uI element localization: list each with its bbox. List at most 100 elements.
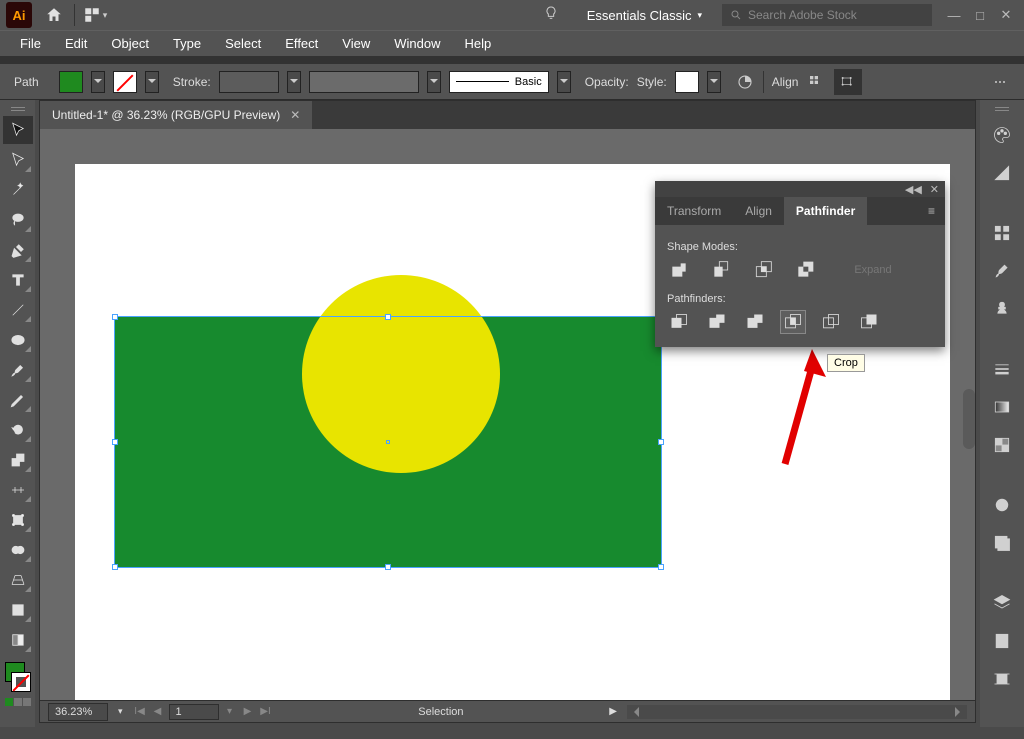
- artboard-dropdown-icon[interactable]: ▾: [223, 705, 237, 719]
- close-button[interactable]: ✕: [994, 6, 1018, 24]
- zoom-level[interactable]: 36.23%: [48, 703, 108, 721]
- next-artboard-icon[interactable]: ▶: [241, 705, 255, 719]
- menu-edit[interactable]: Edit: [55, 33, 97, 54]
- minus-front-button[interactable]: [709, 259, 733, 281]
- color-mode-icons[interactable]: [3, 698, 33, 706]
- close-tab-icon[interactable]: ✕: [290, 108, 300, 122]
- arrange-documents-button[interactable]: ▾: [81, 1, 109, 29]
- panel-menu-icon[interactable]: ≡: [918, 204, 945, 218]
- magic-wand-tool[interactable]: [3, 176, 33, 204]
- rotate-tool[interactable]: [3, 416, 33, 444]
- symbols-panel-icon[interactable]: [984, 292, 1020, 326]
- divide-button[interactable]: [667, 311, 691, 333]
- zoom-dropdown-icon[interactable]: ▾: [118, 706, 123, 717]
- menu-object[interactable]: Object: [101, 33, 159, 54]
- toolbar-collapse-icon[interactable]: [3, 104, 33, 114]
- unite-button[interactable]: [667, 259, 691, 281]
- exclude-button[interactable]: [793, 259, 817, 281]
- document-tab[interactable]: Untitled-1* @ 36.23% (RGB/GPU Preview) ✕: [40, 101, 312, 129]
- color-panel-icon[interactable]: [984, 118, 1020, 152]
- ellipse-tool[interactable]: [3, 326, 33, 354]
- tab-transform[interactable]: Transform: [655, 197, 733, 225]
- intersect-button[interactable]: [751, 259, 775, 281]
- selection-tool[interactable]: [3, 116, 33, 144]
- transform-panel-button[interactable]: [834, 69, 862, 95]
- discover-icon[interactable]: [543, 5, 559, 25]
- menu-file[interactable]: File: [10, 33, 51, 54]
- line-tool[interactable]: [3, 296, 33, 324]
- menu-select[interactable]: Select: [215, 33, 271, 54]
- last-artboard-icon[interactable]: ▶I: [259, 705, 273, 719]
- appearance-panel-icon[interactable]: [984, 488, 1020, 522]
- panel-close-icon[interactable]: ✕: [930, 183, 939, 196]
- menu-view[interactable]: View: [332, 33, 380, 54]
- stroke-panel-icon[interactable]: [984, 352, 1020, 386]
- artboards-panel-icon[interactable]: [984, 662, 1020, 696]
- prev-artboard-icon[interactable]: ◀: [151, 705, 165, 719]
- perspective-grid-tool[interactable]: [3, 566, 33, 594]
- scale-tool[interactable]: [3, 446, 33, 474]
- stock-search-input[interactable]: Search Adobe Stock: [722, 4, 932, 26]
- style-swatch[interactable]: [675, 71, 699, 93]
- outline-button[interactable]: [819, 311, 843, 333]
- stroke-weight-dropdown[interactable]: [287, 71, 301, 93]
- width-tool[interactable]: [3, 476, 33, 504]
- type-tool[interactable]: [3, 266, 33, 294]
- brushes-panel-icon[interactable]: [984, 254, 1020, 288]
- free-transform-tool[interactable]: [3, 506, 33, 534]
- direct-selection-tool[interactable]: [3, 146, 33, 174]
- fill-stroke-swatches[interactable]: [3, 660, 33, 694]
- stroke-swatch[interactable]: [113, 71, 137, 93]
- stroke-profile-dropdown[interactable]: [427, 71, 441, 93]
- paintbrush-tool[interactable]: [3, 356, 33, 384]
- menu-effect[interactable]: Effect: [275, 33, 328, 54]
- pen-tool[interactable]: [3, 236, 33, 264]
- tab-pathfinder[interactable]: Pathfinder: [784, 197, 867, 225]
- expand-button[interactable]: Expand: [835, 259, 911, 281]
- graphic-styles-panel-icon[interactable]: [984, 526, 1020, 560]
- lasso-tool[interactable]: [3, 206, 33, 234]
- maximize-button[interactable]: □: [968, 6, 992, 24]
- align-panel-icon[interactable]: [806, 72, 826, 92]
- artboard-number[interactable]: 1: [169, 704, 219, 720]
- stroke-weight-select[interactable]: [219, 71, 279, 93]
- panel-header[interactable]: ◀◀ ✕: [655, 181, 945, 197]
- fill-dropdown[interactable]: [91, 71, 105, 93]
- workspace-switcher[interactable]: Essentials Classic ▾: [577, 4, 712, 27]
- transparency-panel-icon[interactable]: [984, 428, 1020, 462]
- fill-swatch[interactable]: [59, 71, 83, 93]
- mesh-tool[interactable]: [3, 596, 33, 624]
- layers-panel-icon[interactable]: [984, 586, 1020, 620]
- swatches-panel-icon[interactable]: [984, 216, 1020, 250]
- menu-type[interactable]: Type: [163, 33, 211, 54]
- recolor-icon[interactable]: [735, 72, 755, 92]
- panel-collapse-icon[interactable]: ◀◀: [905, 183, 922, 196]
- shape-builder-tool[interactable]: [3, 536, 33, 564]
- minimize-button[interactable]: —: [942, 6, 966, 24]
- trim-button[interactable]: [705, 311, 729, 333]
- pencil-tool[interactable]: [3, 386, 33, 414]
- menu-help[interactable]: Help: [454, 33, 501, 54]
- gradient-panel-icon[interactable]: [984, 390, 1020, 424]
- brush-dropdown[interactable]: [557, 71, 571, 93]
- crop-button[interactable]: [781, 311, 805, 333]
- menu-window[interactable]: Window: [384, 33, 450, 54]
- canvas-area[interactable]: ◀◀ ✕ Transform Align Pathfinder ≡ Shape …: [40, 129, 975, 700]
- home-button[interactable]: [40, 1, 68, 29]
- merge-button[interactable]: [743, 311, 767, 333]
- minus-back-button[interactable]: [857, 311, 881, 333]
- status-play-icon[interactable]: ▶: [609, 706, 617, 717]
- style-dropdown[interactable]: [707, 71, 721, 93]
- color-guide-panel-icon[interactable]: [984, 156, 1020, 190]
- vertical-scrollbar[interactable]: [963, 389, 975, 449]
- horizontal-scrollbar[interactable]: [627, 705, 967, 719]
- tab-align[interactable]: Align: [733, 197, 784, 225]
- stroke-profile-select[interactable]: [309, 71, 419, 93]
- rail-collapse-icon[interactable]: [987, 104, 1017, 114]
- first-artboard-icon[interactable]: I◀: [133, 705, 147, 719]
- more-options-icon[interactable]: [990, 72, 1010, 92]
- stroke-dropdown[interactable]: [145, 71, 159, 93]
- asset-export-panel-icon[interactable]: [984, 624, 1020, 658]
- brush-definition-select[interactable]: Basic: [449, 71, 549, 93]
- gradient-tool[interactable]: [3, 626, 33, 654]
